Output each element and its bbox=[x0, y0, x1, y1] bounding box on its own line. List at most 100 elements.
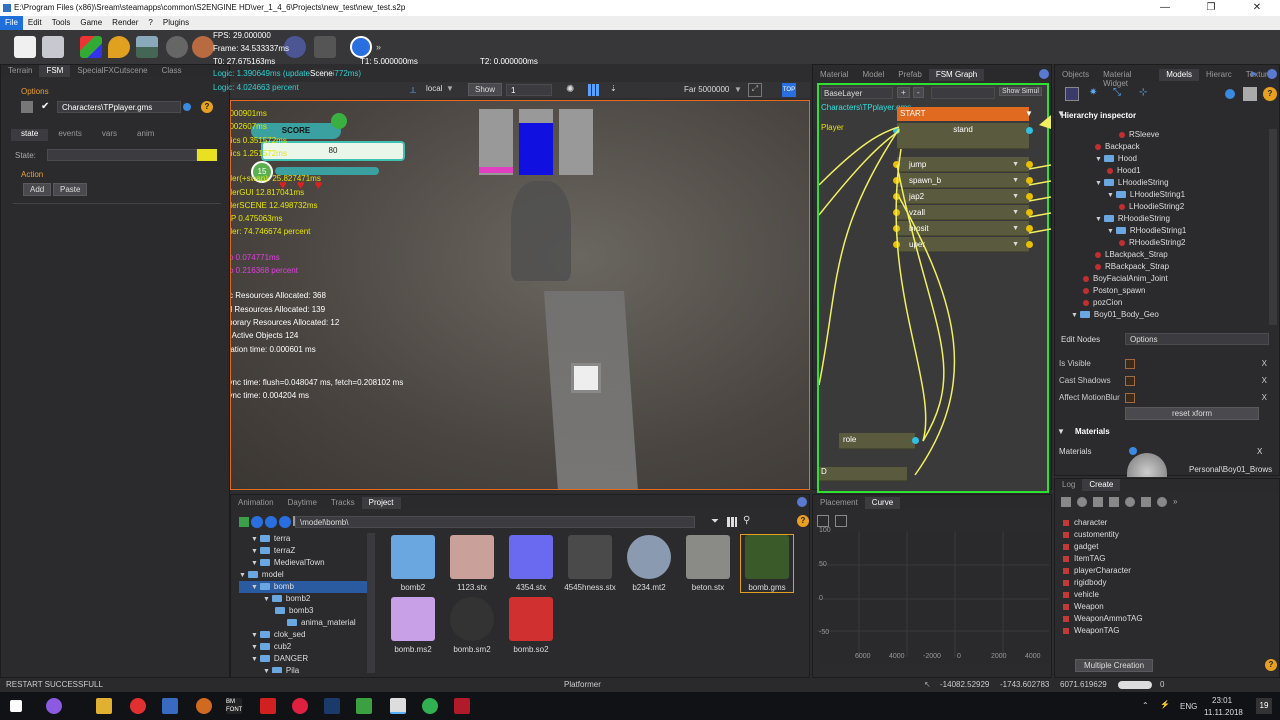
menu-render[interactable]: Render bbox=[107, 16, 143, 30]
tab-log[interactable]: Log bbox=[1055, 479, 1082, 491]
tab-project[interactable]: Project bbox=[361, 497, 401, 509]
create-class-item[interactable]: character bbox=[1063, 517, 1143, 529]
reset-xform-button[interactable]: reset xform bbox=[1125, 407, 1259, 420]
tray-arrow-icon[interactable]: ⌃ bbox=[1142, 701, 1149, 710]
layer-dropdown[interactable]: 1 bbox=[506, 84, 552, 96]
expand-arrow-icon[interactable]: ▼ bbox=[251, 584, 260, 591]
fit-view-icon[interactable] bbox=[817, 515, 829, 527]
tab-model[interactable]: Model bbox=[855, 69, 891, 81]
filter-icon[interactable]: ⏷ bbox=[711, 516, 719, 527]
property-remove-icon[interactable]: X bbox=[1262, 357, 1267, 371]
asset-item[interactable]: bomb2 bbox=[387, 535, 439, 592]
map-pin-icon[interactable] bbox=[108, 36, 130, 58]
asset-item[interactable]: 4354.stx bbox=[505, 535, 557, 592]
create-class-item[interactable]: gadget bbox=[1063, 541, 1143, 553]
3d-viewport[interactable]: SCORE 80 15 ♥♥♥ At 0.000901msAt 0.002607… bbox=[230, 100, 810, 490]
hierarchy-node[interactable]: LBackpack_Strap bbox=[1059, 249, 1267, 261]
expand-arrow-icon[interactable]: ▼ bbox=[239, 572, 248, 579]
filezilla-icon[interactable] bbox=[260, 698, 276, 714]
create-class-list[interactable]: character customentity gadget ItemTAG player… bbox=[1063, 517, 1143, 637]
camera-icon[interactable] bbox=[1093, 497, 1103, 507]
fsm-file-field[interactable]: Characters\TPplayer.gms bbox=[57, 101, 181, 113]
far-clip-field[interactable]: Far 5000000 bbox=[684, 85, 729, 94]
property-checkbox[interactable] bbox=[1125, 359, 1135, 369]
path-field[interactable]: \model\bomb\ bbox=[295, 516, 695, 528]
subtab-state[interactable]: state bbox=[11, 129, 49, 141]
select-tool-icon[interactable] bbox=[1065, 87, 1079, 101]
windows-start-icon[interactable] bbox=[10, 700, 22, 712]
steam-icon[interactable] bbox=[324, 698, 340, 714]
save-fsm-icon[interactable] bbox=[21, 101, 33, 113]
asset-item[interactable]: bomb.ms2 bbox=[387, 597, 439, 654]
hierarchy-node[interactable]: RSleeve bbox=[1059, 129, 1267, 141]
tab-specialfxcutscene[interactable]: SpecialFXCutscene bbox=[70, 65, 154, 77]
folder-item[interactable]: ▼ terra bbox=[239, 533, 375, 545]
asset-item[interactable]: 1123.stx bbox=[446, 535, 498, 592]
bone-icon[interactable]: ✷ bbox=[1089, 87, 1097, 98]
notepad-icon[interactable] bbox=[356, 698, 372, 714]
create-class-item[interactable]: vehicle bbox=[1063, 589, 1143, 601]
close-button[interactable]: ✕ bbox=[1234, 0, 1280, 16]
folder-item[interactable]: ▼ cub2 bbox=[239, 641, 375, 653]
property-checkbox[interactable] bbox=[1125, 376, 1135, 386]
top-view-button[interactable]: TOP bbox=[782, 83, 796, 97]
yandex-icon[interactable] bbox=[130, 698, 146, 714]
menu-game[interactable]: Game bbox=[75, 16, 107, 30]
hierarchy-node[interactable]: Hood1 bbox=[1059, 165, 1267, 177]
particles-icon[interactable] bbox=[1125, 497, 1135, 507]
create-class-item[interactable]: playerCharacter bbox=[1063, 565, 1143, 577]
folder-item[interactable]: ▼ clok_sed bbox=[239, 629, 375, 641]
far-arrow-icon[interactable]: ▼ bbox=[734, 85, 742, 94]
tab-objects[interactable]: Objects bbox=[1055, 69, 1096, 81]
folder-item[interactable]: ▼ terraZ bbox=[239, 545, 375, 557]
up-icon[interactable] bbox=[279, 516, 291, 528]
grid-icon[interactable] bbox=[588, 84, 600, 96]
hierarchy-node[interactable]: RBackpack_Strap bbox=[1059, 261, 1267, 273]
folder-item[interactable]: ▼ DANGER bbox=[239, 653, 375, 665]
expand-icon[interactable]: ▼ bbox=[1057, 109, 1065, 118]
hierarchy-node[interactable]: RHoodieString2 bbox=[1059, 237, 1267, 249]
yandex-browser-icon[interactable] bbox=[292, 698, 308, 714]
hierarchy-node[interactable]: ▼ LHoodieString bbox=[1059, 177, 1267, 189]
transform-icon[interactable]: ⤡ bbox=[1113, 87, 1121, 98]
play-icon[interactable] bbox=[350, 36, 372, 58]
expand-arrow-icon[interactable]: ▼ bbox=[251, 560, 260, 567]
tab-create[interactable]: Create bbox=[1082, 479, 1121, 491]
chrome-icon[interactable] bbox=[422, 698, 438, 714]
new-file-icon[interactable] bbox=[14, 36, 36, 58]
expand-arrow-icon[interactable]: ▼ bbox=[251, 548, 260, 555]
folder-item[interactable]: ▼ bomb bbox=[239, 581, 375, 593]
add-action-button[interactable]: Add bbox=[23, 183, 52, 196]
new-folder-icon[interactable] bbox=[239, 517, 249, 527]
maximize-button[interactable]: ❐ bbox=[1188, 0, 1234, 16]
language-indicator[interactable]: ENG bbox=[1180, 702, 1197, 711]
hierarchy-node[interactable]: Backpack bbox=[1059, 141, 1267, 153]
folder-item[interactable]: ▼ model bbox=[239, 569, 375, 581]
menu-edit[interactable]: Edit bbox=[23, 16, 47, 30]
hierarchy-node[interactable]: pozCion bbox=[1059, 297, 1267, 309]
expand-arrow-icon[interactable]: ▼ bbox=[1071, 312, 1080, 319]
save-icon[interactable] bbox=[42, 36, 64, 58]
add-key-icon[interactable] bbox=[835, 515, 847, 527]
hierarchy-node[interactable]: ▼ RHoodieString bbox=[1059, 213, 1267, 225]
asset-item[interactable]: bomb.so2 bbox=[505, 597, 557, 654]
clock-time[interactable]: 23:01 bbox=[1212, 696, 1232, 705]
link-icon[interactable] bbox=[183, 103, 191, 111]
hierarchy-node[interactable]: Poston_spawn bbox=[1059, 285, 1267, 297]
material-remove-icon[interactable]: X bbox=[1257, 447, 1262, 456]
clock-date[interactable]: 11.11.2018 bbox=[1204, 708, 1243, 717]
material-link-icon[interactable] bbox=[1129, 447, 1137, 455]
minimize-button[interactable]: — bbox=[1142, 0, 1188, 16]
hand-icon[interactable] bbox=[166, 36, 188, 58]
app-icon-red[interactable] bbox=[454, 698, 470, 714]
hierarchy-node[interactable]: ▼ Hood bbox=[1059, 153, 1267, 165]
hierarchy-tree[interactable]: RSleeve Backpack ▼ Hood Hood1 ▼ LHoodieStrin… bbox=[1059, 129, 1267, 325]
create-class-item[interactable]: ItemTAG bbox=[1063, 553, 1143, 565]
subtab-anim[interactable]: anim bbox=[127, 129, 164, 141]
tab-daytime[interactable]: Daytime bbox=[281, 497, 324, 509]
materials-expand-icon[interactable]: ▼ bbox=[1057, 427, 1065, 436]
sound-icon[interactable] bbox=[1109, 497, 1119, 507]
cube-icon[interactable] bbox=[80, 36, 102, 58]
expand-arrow-icon[interactable]: ▼ bbox=[1095, 156, 1104, 163]
asset-item[interactable]: bomb.sm2 bbox=[446, 597, 498, 654]
